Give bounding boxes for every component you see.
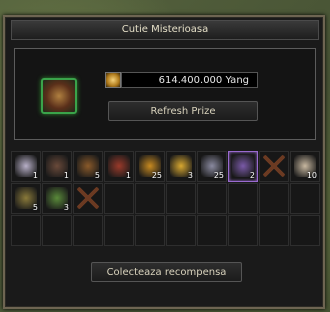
reward-slot[interactable] bbox=[290, 183, 320, 214]
prize-panel: 614.400.000 Yang Refresh Prize bbox=[14, 48, 316, 140]
reward-slot[interactable] bbox=[166, 215, 196, 246]
item-count: 1 bbox=[125, 171, 131, 180]
reward-slot[interactable]: 2 bbox=[228, 151, 258, 182]
reward-slot[interactable] bbox=[228, 183, 258, 214]
reward-slot[interactable] bbox=[259, 151, 289, 182]
reward-slot[interactable] bbox=[259, 215, 289, 246]
reward-slot[interactable] bbox=[197, 183, 227, 214]
item-count: 2 bbox=[249, 171, 255, 180]
item-count: 10 bbox=[306, 171, 317, 180]
collect-reward-button[interactable]: Colecteaza recompensa bbox=[91, 262, 242, 282]
reward-slot[interactable] bbox=[73, 215, 103, 246]
reward-grid: 1 1 5 1 25 3 25 2 10 5 3 bbox=[11, 151, 320, 249]
crossed-sticks-icon bbox=[263, 155, 285, 177]
refresh-prize-button[interactable]: Refresh Prize bbox=[108, 101, 258, 121]
reward-slot[interactable]: 1 bbox=[104, 151, 134, 182]
mystery-box-window: Cutie Misterioasa 614.400.000 Yang Refre… bbox=[3, 15, 325, 309]
item-count: 5 bbox=[94, 171, 100, 180]
reward-slot[interactable]: 1 bbox=[11, 151, 41, 182]
item-count: 25 bbox=[151, 171, 162, 180]
item-count: 1 bbox=[32, 171, 38, 180]
reward-slot[interactable] bbox=[166, 183, 196, 214]
item-count: 3 bbox=[63, 203, 69, 212]
item-count: 3 bbox=[187, 171, 193, 180]
reward-slot[interactable]: 3 bbox=[166, 151, 196, 182]
reward-slot[interactable]: 25 bbox=[197, 151, 227, 182]
window-title: Cutie Misterioasa bbox=[11, 20, 319, 40]
reward-slot[interactable] bbox=[73, 183, 103, 214]
yang-amount-field: 614.400.000 Yang bbox=[121, 72, 258, 88]
item-count: 25 bbox=[213, 171, 224, 180]
reward-slot[interactable]: 5 bbox=[73, 151, 103, 182]
reward-slot[interactable]: 10 bbox=[290, 151, 320, 182]
item-count: 1 bbox=[63, 171, 69, 180]
crossed-sticks-icon bbox=[77, 187, 99, 209]
mystery-chest-icon bbox=[41, 78, 77, 114]
reward-slot[interactable]: 1 bbox=[42, 151, 72, 182]
reward-slot[interactable] bbox=[290, 215, 320, 246]
reward-slot[interactable]: 25 bbox=[135, 151, 165, 182]
reward-slot[interactable] bbox=[104, 215, 134, 246]
reward-slot[interactable]: 3 bbox=[42, 183, 72, 214]
reward-slot[interactable] bbox=[135, 215, 165, 246]
reward-slot[interactable] bbox=[259, 183, 289, 214]
reward-slot[interactable] bbox=[104, 183, 134, 214]
item-count: 5 bbox=[32, 203, 38, 212]
reward-slot[interactable]: 5 bbox=[11, 183, 41, 214]
reward-slot[interactable] bbox=[228, 215, 258, 246]
yang-coin-icon bbox=[105, 72, 121, 88]
reward-slot[interactable] bbox=[197, 215, 227, 246]
reward-slot[interactable] bbox=[11, 215, 41, 246]
reward-slot[interactable] bbox=[42, 215, 72, 246]
reward-slot[interactable] bbox=[135, 183, 165, 214]
